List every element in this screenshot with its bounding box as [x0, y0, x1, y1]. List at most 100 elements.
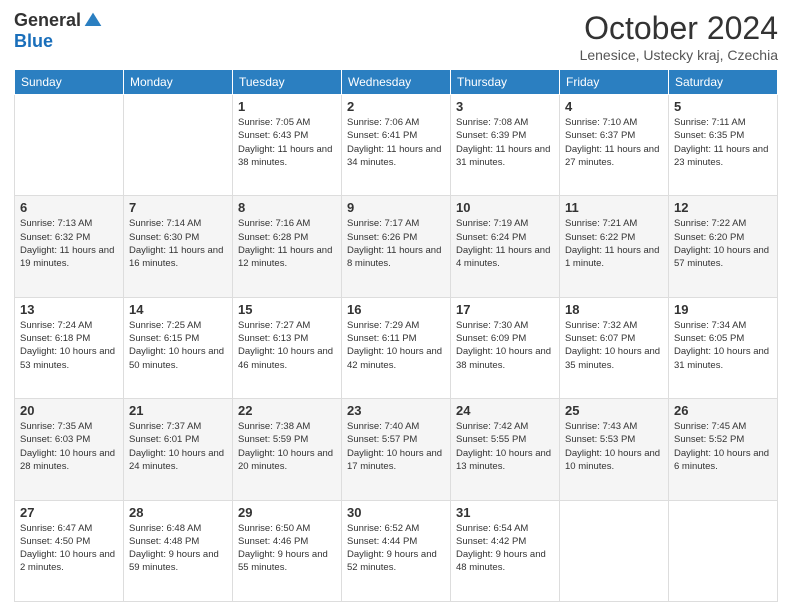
- cell-text-0-6: Sunrise: 7:11 AMSunset: 6:35 PMDaylight:…: [674, 116, 772, 169]
- day-num-8: 8: [238, 200, 336, 215]
- cell-0-3: 2 Sunrise: 7:06 AMSunset: 6:41 PMDaylight…: [342, 95, 451, 196]
- header-monday: Monday: [124, 70, 233, 95]
- cell-0-0: [15, 95, 124, 196]
- cell-2-3: 16 Sunrise: 7:29 AMSunset: 6:11 PMDayligh…: [342, 297, 451, 398]
- week-row-2: 13 Sunrise: 7:24 AMSunset: 6:18 PMDayligh…: [15, 297, 778, 398]
- day-num-14: 14: [129, 302, 227, 317]
- cell-text-4-4: Sunrise: 6:54 AMSunset: 4:42 PMDaylight:…: [456, 522, 554, 575]
- header: General Blue October 2024 Lenesice, Uste…: [14, 10, 778, 63]
- cell-text-1-2: Sunrise: 7:16 AMSunset: 6:28 PMDaylight:…: [238, 217, 336, 270]
- day-num-19: 19: [674, 302, 772, 317]
- day-num-22: 22: [238, 403, 336, 418]
- cell-text-4-3: Sunrise: 6:52 AMSunset: 4:44 PMDaylight:…: [347, 522, 445, 575]
- day-num-11: 11: [565, 200, 663, 215]
- day-num-28: 28: [129, 505, 227, 520]
- cell-0-6: 5 Sunrise: 7:11 AMSunset: 6:35 PMDaylight…: [669, 95, 778, 196]
- cell-0-1: [124, 95, 233, 196]
- cell-1-5: 11 Sunrise: 7:21 AMSunset: 6:22 PMDayligh…: [560, 196, 669, 297]
- day-num-16: 16: [347, 302, 445, 317]
- cell-text-2-0: Sunrise: 7:24 AMSunset: 6:18 PMDaylight:…: [20, 319, 118, 372]
- day-num-23: 23: [347, 403, 445, 418]
- cell-3-3: 23 Sunrise: 7:40 AMSunset: 5:57 PMDayligh…: [342, 399, 451, 500]
- cell-text-3-2: Sunrise: 7:38 AMSunset: 5:59 PMDaylight:…: [238, 420, 336, 473]
- cell-text-2-1: Sunrise: 7:25 AMSunset: 6:15 PMDaylight:…: [129, 319, 227, 372]
- header-tuesday: Tuesday: [233, 70, 342, 95]
- day-num-30: 30: [347, 505, 445, 520]
- day-num-9: 9: [347, 200, 445, 215]
- cell-0-5: 4 Sunrise: 7:10 AMSunset: 6:37 PMDaylight…: [560, 95, 669, 196]
- week-row-3: 20 Sunrise: 7:35 AMSunset: 6:03 PMDayligh…: [15, 399, 778, 500]
- cell-4-6: [669, 500, 778, 601]
- title-section: October 2024 Lenesice, Ustecky kraj, Cze…: [580, 10, 778, 63]
- day-num-6: 6: [20, 200, 118, 215]
- day-num-21: 21: [129, 403, 227, 418]
- weekday-header-row: Sunday Monday Tuesday Wednesday Thursday…: [15, 70, 778, 95]
- cell-4-3: 30 Sunrise: 6:52 AMSunset: 4:44 PMDayligh…: [342, 500, 451, 601]
- logo: General Blue: [14, 10, 103, 52]
- cell-1-4: 10 Sunrise: 7:19 AMSunset: 6:24 PMDayligh…: [451, 196, 560, 297]
- cell-text-2-3: Sunrise: 7:29 AMSunset: 6:11 PMDaylight:…: [347, 319, 445, 372]
- cell-text-3-0: Sunrise: 7:35 AMSunset: 6:03 PMDaylight:…: [20, 420, 118, 473]
- cell-1-3: 9 Sunrise: 7:17 AMSunset: 6:26 PMDaylight…: [342, 196, 451, 297]
- cell-2-5: 18 Sunrise: 7:32 AMSunset: 6:07 PMDayligh…: [560, 297, 669, 398]
- logo-general-text: General: [14, 10, 81, 31]
- cell-4-1: 28 Sunrise: 6:48 AMSunset: 4:48 PMDayligh…: [124, 500, 233, 601]
- cell-text-4-2: Sunrise: 6:50 AMSunset: 4:46 PMDaylight:…: [238, 522, 336, 575]
- day-num-15: 15: [238, 302, 336, 317]
- location: Lenesice, Ustecky kraj, Czechia: [580, 47, 778, 63]
- cell-4-0: 27 Sunrise: 6:47 AMSunset: 4:50 PMDayligh…: [15, 500, 124, 601]
- day-num-7: 7: [129, 200, 227, 215]
- cell-4-4: 31 Sunrise: 6:54 AMSunset: 4:42 PMDayligh…: [451, 500, 560, 601]
- cell-text-4-0: Sunrise: 6:47 AMSunset: 4:50 PMDaylight:…: [20, 522, 118, 575]
- cell-1-6: 12Sunrise: 7:22 AMSunset: 6:20 PMDayligh…: [669, 196, 778, 297]
- cell-text-0-3: Sunrise: 7:06 AMSunset: 6:41 PMDaylight:…: [347, 116, 445, 169]
- cell-text-3-6: Sunrise: 7:45 AMSunset: 5:52 PMDaylight:…: [674, 420, 772, 473]
- calendar-table: Sunday Monday Tuesday Wednesday Thursday…: [14, 69, 778, 602]
- cell-text-1-4: Sunrise: 7:19 AMSunset: 6:24 PMDaylight:…: [456, 217, 554, 270]
- cell-text-3-1: Sunrise: 7:37 AMSunset: 6:01 PMDaylight:…: [129, 420, 227, 473]
- cell-text-1-1: Sunrise: 7:14 AMSunset: 6:30 PMDaylight:…: [129, 217, 227, 270]
- cell-0-2: 1 Sunrise: 7:05 AMSunset: 6:43 PMDaylight…: [233, 95, 342, 196]
- day-num-2: 2: [347, 99, 445, 114]
- cell-text-3-5: Sunrise: 7:43 AMSunset: 5:53 PMDaylight:…: [565, 420, 663, 473]
- day-num-27: 27: [20, 505, 118, 520]
- day-num-10: 10: [456, 200, 554, 215]
- cell-text-3-4: Sunrise: 7:42 AMSunset: 5:55 PMDaylight:…: [456, 420, 554, 473]
- logo-blue-text: Blue: [14, 31, 53, 52]
- day-num-26: 26: [674, 403, 772, 418]
- day-num-25: 25: [565, 403, 663, 418]
- cell-1-0: 6 Sunrise: 7:13 AMSunset: 6:32 PMDaylight…: [15, 196, 124, 297]
- cell-4-5: [560, 500, 669, 601]
- cell-text-2-4: Sunrise: 7:30 AMSunset: 6:09 PMDaylight:…: [456, 319, 554, 372]
- day-num-20: 20: [20, 403, 118, 418]
- cell-text-1-5: Sunrise: 7:21 AMSunset: 6:22 PMDaylight:…: [565, 217, 663, 270]
- day-num-5: 5: [674, 99, 772, 114]
- week-row-1: 6 Sunrise: 7:13 AMSunset: 6:32 PMDaylight…: [15, 196, 778, 297]
- cell-3-0: 20 Sunrise: 7:35 AMSunset: 6:03 PMDayligh…: [15, 399, 124, 500]
- cell-0-4: 3Sunrise: 7:08 AMSunset: 6:39 PMDaylight…: [451, 95, 560, 196]
- day-num-29: 29: [238, 505, 336, 520]
- day-num-31: 31: [456, 505, 554, 520]
- cell-3-2: 22 Sunrise: 7:38 AMSunset: 5:59 PMDayligh…: [233, 399, 342, 500]
- cell-text-2-6: Sunrise: 7:34 AMSunset: 6:05 PMDaylight:…: [674, 319, 772, 372]
- day-num-18: 18: [565, 302, 663, 317]
- cell-2-4: 17Sunrise: 7:30 AMSunset: 6:09 PMDayligh…: [451, 297, 560, 398]
- cell-text-1-0: Sunrise: 7:13 AMSunset: 6:32 PMDaylight:…: [20, 217, 118, 270]
- month-title: October 2024: [580, 10, 778, 47]
- day-num-1: 1: [238, 99, 336, 114]
- cell-4-2: 29 Sunrise: 6:50 AMSunset: 4:46 PMDayligh…: [233, 500, 342, 601]
- cell-text-1-3: Sunrise: 7:17 AMSunset: 6:26 PMDaylight:…: [347, 217, 445, 270]
- day-num-13: 13: [20, 302, 118, 317]
- cell-text-0-2: Sunrise: 7:05 AMSunset: 6:43 PMDaylight:…: [238, 116, 336, 169]
- cell-text-1-6: Sunrise: 7:22 AMSunset: 6:20 PMDaylight:…: [674, 217, 772, 270]
- header-sunday: Sunday: [15, 70, 124, 95]
- week-row-0: 1 Sunrise: 7:05 AMSunset: 6:43 PMDaylight…: [15, 95, 778, 196]
- cell-text-2-5: Sunrise: 7:32 AMSunset: 6:07 PMDaylight:…: [565, 319, 663, 372]
- cell-2-1: 14 Sunrise: 7:25 AMSunset: 6:15 PMDayligh…: [124, 297, 233, 398]
- cell-text-0-5: Sunrise: 7:10 AMSunset: 6:37 PMDaylight:…: [565, 116, 663, 169]
- day-num-4: 4: [565, 99, 663, 114]
- cell-3-5: 25 Sunrise: 7:43 AMSunset: 5:53 PMDayligh…: [560, 399, 669, 500]
- cell-1-1: 7 Sunrise: 7:14 AMSunset: 6:30 PMDaylight…: [124, 196, 233, 297]
- cell-text-4-1: Sunrise: 6:48 AMSunset: 4:48 PMDaylight:…: [129, 522, 227, 575]
- cell-text-3-3: Sunrise: 7:40 AMSunset: 5:57 PMDaylight:…: [347, 420, 445, 473]
